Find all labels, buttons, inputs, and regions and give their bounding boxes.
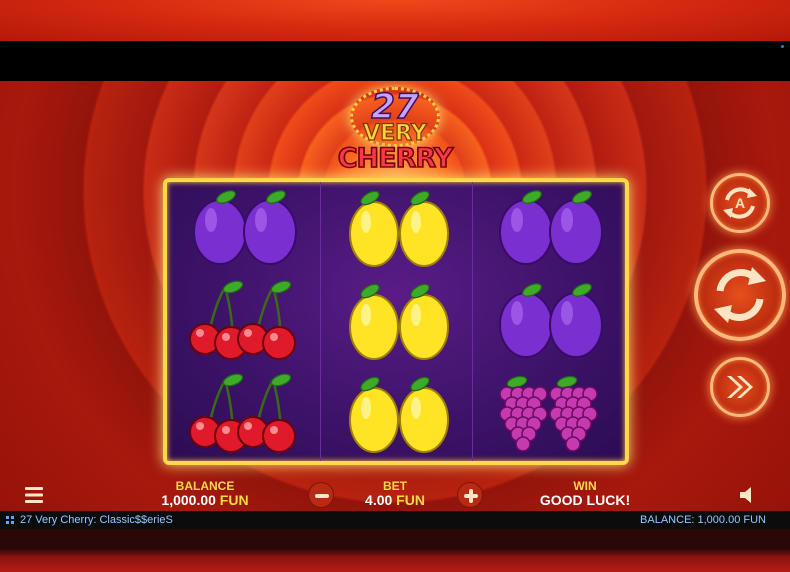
reel-symbol-grapes	[473, 368, 625, 461]
cherry-icon	[189, 373, 296, 453]
reel-symbol-lemon	[321, 182, 474, 275]
turbo-button[interactable]	[710, 357, 770, 417]
bet-currency: FUN	[396, 492, 425, 508]
balance-value: 1,000.00 FUN	[145, 492, 265, 508]
game-title: 27 Very Cherry: Classic$$erieS	[20, 514, 173, 526]
bet-value: 4.00 FUN	[335, 492, 455, 508]
autoplay-button[interactable]: A	[710, 173, 770, 233]
reel-1	[167, 182, 320, 461]
spin-icon	[714, 267, 766, 323]
reel-2	[320, 182, 473, 461]
lemon-icon	[349, 283, 449, 360]
plum-icon	[499, 283, 603, 358]
spin-button[interactable]	[694, 249, 786, 341]
game-logo: 27 VERY CHERRY	[320, 85, 470, 180]
lemon-icon	[349, 190, 449, 267]
plum-icon	[193, 190, 297, 265]
reel-symbol-lemon	[321, 275, 474, 368]
autoplay-icon: A	[723, 187, 757, 219]
indicator-dot	[781, 45, 784, 48]
balance-amount: 1,000.00	[161, 492, 216, 508]
lemon-icon	[349, 376, 449, 453]
fast-forward-icon	[727, 376, 753, 398]
game-stage: 27 VERY CHERRY A	[0, 81, 790, 511]
cherry-icon	[189, 280, 296, 360]
increase-bet-button[interactable]	[457, 482, 483, 508]
bottom-background	[0, 529, 790, 572]
hud-bar: BALANCE 1,000.00 FUN BET 4.00 FUN WIN GO…	[0, 466, 790, 511]
reel-frame	[163, 178, 629, 465]
reel-symbol-plum	[167, 182, 320, 275]
bet-amount: 4.00	[365, 492, 393, 508]
balance-label: BALANCE	[175, 479, 235, 493]
grid-icon[interactable]	[6, 516, 14, 524]
reel-symbol-lemon	[321, 368, 474, 461]
letterbox-band	[0, 41, 790, 81]
balance-currency: FUN	[219, 492, 249, 508]
decrease-bet-button[interactable]	[308, 482, 334, 508]
plum-icon	[499, 190, 603, 265]
status-balance: BALANCE: 1,000.00 FUN	[640, 514, 766, 526]
win-label: WIN	[573, 479, 597, 493]
bet-label: BET	[383, 479, 407, 493]
speaker-icon[interactable]	[738, 486, 758, 504]
win-value: GOOD LUCK!	[539, 492, 631, 508]
top-background	[0, 0, 790, 41]
svg-text:A: A	[735, 195, 745, 211]
reel-symbol-cherry	[167, 275, 320, 368]
status-bar: 27 Very Cherry: Classic$$erieS BALANCE: …	[0, 511, 790, 529]
hamburger-menu-icon[interactable]	[24, 486, 44, 504]
reel-symbol-cherry	[167, 368, 320, 461]
reel-3	[473, 182, 625, 461]
reel-symbol-plum	[473, 275, 625, 368]
logo-line2: CHERRY	[337, 142, 454, 175]
grapes-icon	[499, 375, 598, 452]
reel-symbol-plum	[473, 182, 625, 275]
